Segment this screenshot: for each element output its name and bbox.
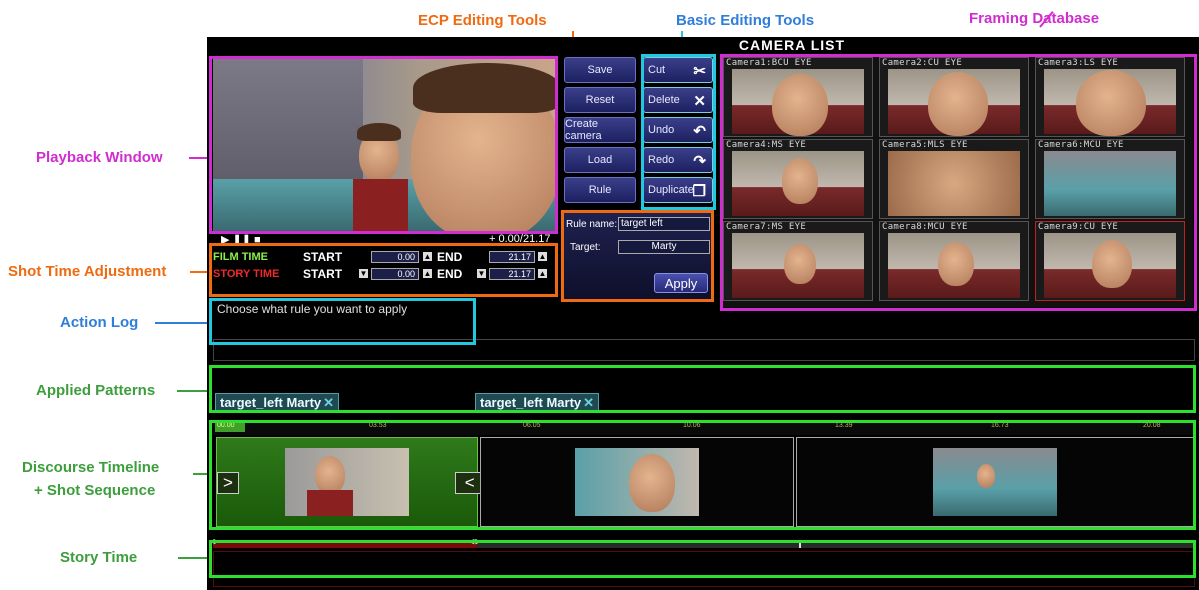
story-leader-line [178,557,210,559]
shot-time-highlight-box [209,243,558,297]
discourse-timeline-annotation: Discourse Timeline [22,459,160,476]
playback-window-annotation: Playback Window [36,149,163,166]
rule-button[interactable]: Rule [564,177,636,203]
load-button[interactable]: Load [564,147,636,173]
create-camera-button[interactable]: Create camera [564,117,636,143]
story-time-annotation: Story Time [60,549,138,566]
basic-tools-annotation: Basic Editing Tools [676,12,815,29]
applied-patterns-annotation: Applied Patterns [36,382,156,399]
playback-highlight-box [209,56,558,234]
story-highlight-box [209,540,1196,578]
framing-highlight-box [720,54,1197,311]
camera-list-title: CAMERA LIST [738,37,846,53]
basic-tools-highlight-box [641,54,716,210]
action-log-leader-line [155,322,210,324]
save-button[interactable]: Save [564,57,636,83]
reset-button[interactable]: Reset [564,87,636,113]
shot-sequence-annotation: + Shot Sequence [34,482,156,499]
ecp-highlight-box [561,210,714,302]
shot-time-annotation: Shot Time Adjustment [8,263,167,280]
framing-database-annotation: Framing Database [969,10,1100,27]
patterns-highlight-box [209,365,1196,413]
discourse-highlight-box [209,420,1196,530]
action-log-annotation: Action Log [60,314,139,331]
patterns-leader-line [177,390,210,392]
ecp-tools-annotation: ECP Editing Tools [418,12,547,29]
action-log-highlight-box [209,298,476,345]
